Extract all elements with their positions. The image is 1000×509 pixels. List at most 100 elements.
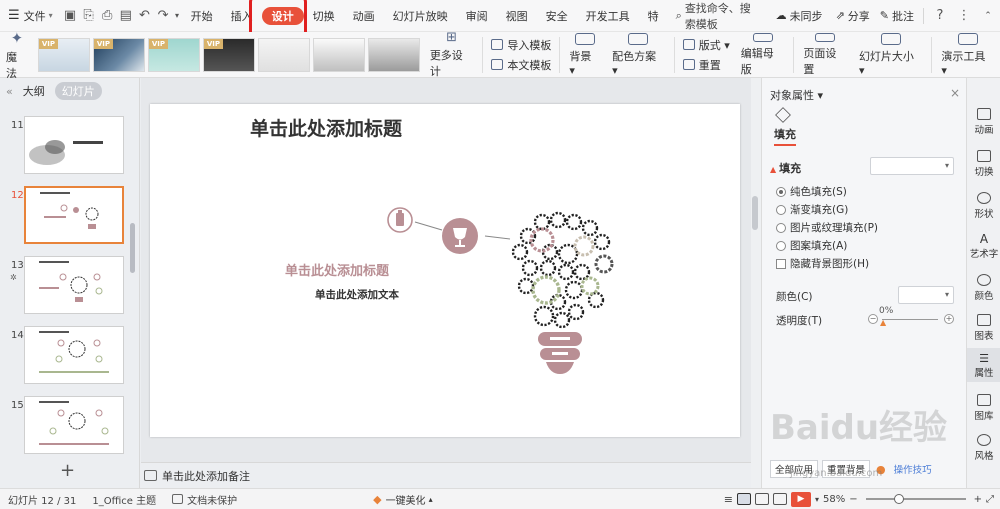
transparency-slider[interactable]	[882, 319, 938, 320]
color-dropdown[interactable]: ▾	[898, 286, 954, 304]
increase-button[interactable]: +	[944, 314, 954, 324]
tab-view[interactable]: 视图	[497, 0, 537, 32]
tab-home[interactable]: 开始	[182, 0, 222, 32]
template-thumb-3[interactable]: VIP	[147, 37, 200, 72]
preview-icon[interactable]: ▤	[117, 0, 136, 32]
sidebar-item-gallery[interactable]: 图库	[967, 394, 1000, 422]
notes-toggle-icon[interactable]: ≡	[724, 493, 733, 506]
file-menu-button[interactable]: ☰ 文件 ▾	[0, 0, 61, 32]
presentation-tools-button[interactable]: 演示工具 ▾	[935, 32, 1000, 77]
template-thumb-6[interactable]	[312, 37, 365, 72]
sidebar-item-shape[interactable]: 形状	[967, 192, 1000, 220]
hide-background-option[interactable]: 隐藏背景图形(H)	[776, 256, 869, 271]
redo-icon[interactable]: ↷	[154, 0, 173, 32]
slide-thumbnail-13[interactable]: 13 ✲	[8, 256, 126, 318]
slider-thumb[interactable]: ▲	[880, 318, 886, 327]
lightbulb-gear-graphic[interactable]	[150, 104, 740, 437]
comment-button[interactable]: ✎ 批注	[875, 0, 919, 32]
background-button[interactable]: 背景 ▾	[563, 32, 606, 77]
more-dropdown-icon[interactable]: ▾	[172, 0, 181, 32]
slide-thumbnail-12[interactable]: 12	[8, 186, 126, 248]
radio-button[interactable]	[776, 186, 786, 197]
radio-button[interactable]	[776, 240, 786, 251]
tab-slides[interactable]: 幻灯片	[54, 82, 102, 100]
solid-fill-option[interactable]: 纯色填充(S)	[776, 184, 847, 199]
color-scheme-button[interactable]: 配色方案 ▾	[606, 32, 671, 77]
collapse-panel-icon[interactable]: «	[6, 85, 13, 98]
reset-button[interactable]: 重置	[682, 57, 730, 73]
sidebar-item-animation[interactable]: 动画	[967, 108, 1000, 136]
apply-all-button[interactable]: 全部应用	[770, 460, 819, 478]
tab-outline[interactable]: 大纲	[23, 83, 45, 99]
tab-transition[interactable]: 切换	[304, 0, 344, 32]
layout-button[interactable]: 版式 ▾	[682, 37, 730, 53]
checkbox[interactable]	[776, 258, 786, 269]
sidebar-item-properties[interactable]: ☰ 属性	[967, 348, 1000, 382]
pattern-fill-option[interactable]: 图案填充(A)	[776, 238, 847, 253]
zoom-slider[interactable]	[865, 494, 966, 504]
tab-special[interactable]: 特	[639, 0, 668, 32]
sync-button[interactable]: ☁ 未同步	[768, 0, 831, 32]
save-icon[interactable]: ▣	[61, 0, 80, 32]
one-click-beautify-button[interactable]: ◆ 一键美化 ▴	[373, 492, 432, 507]
radio-button[interactable]	[776, 222, 786, 233]
reset-background-button[interactable]: 重置背景	[822, 460, 871, 478]
sidebar-item-style[interactable]: 风格	[967, 434, 1000, 462]
picture-fill-option[interactable]: 图片或纹理填充(P)	[776, 220, 878, 235]
fill-section-header[interactable]: ▲ 填充	[770, 160, 801, 176]
sidebar-item-transition[interactable]: 切换	[967, 150, 1000, 178]
slide-thumbnail-15[interactable]: 15	[8, 396, 126, 458]
print-icon[interactable]: ⎙	[98, 0, 117, 32]
edit-master-button[interactable]: 编辑母版	[735, 32, 791, 77]
template-thumb-2[interactable]: VIP	[92, 37, 145, 72]
slide-thumbnail-11[interactable]: 11	[8, 116, 126, 178]
tab-fill[interactable]: 填充	[774, 126, 796, 146]
zoom-out-button[interactable]: −	[849, 494, 857, 505]
tips-link[interactable]: 操作技巧	[894, 462, 932, 476]
import-template-button[interactable]: 导入模板	[491, 37, 551, 53]
slide-canvas[interactable]: 单击此处添加标题 单击此处添加标题 单击此处添加文本	[150, 104, 740, 437]
more-options-icon[interactable]: ⋮	[952, 0, 976, 32]
decrease-button[interactable]: −	[868, 314, 878, 324]
close-icon[interactable]: ×	[950, 86, 960, 100]
zoom-level[interactable]: 58%	[823, 494, 845, 505]
zoom-slider-thumb[interactable]	[893, 494, 904, 504]
template-thumb-4[interactable]: VIP	[202, 37, 255, 72]
template-thumb-5[interactable]	[257, 37, 310, 72]
tab-review[interactable]: 审阅	[457, 0, 497, 32]
tab-animation[interactable]: 动画	[344, 0, 384, 32]
sidebar-item-color[interactable]: 颜色	[967, 274, 1000, 302]
sidebar-item-chart[interactable]: 图表	[967, 314, 1000, 342]
panel-title[interactable]: 对象属性 ▾	[770, 87, 823, 103]
sidebar-item-wordart[interactable]: A 艺术字	[967, 232, 1000, 260]
reading-view-button[interactable]	[772, 493, 787, 505]
undo-icon[interactable]: ↶	[135, 0, 154, 32]
slide-size-button[interactable]: 幻灯片大小 ▾	[853, 32, 928, 77]
more-design-button[interactable]: ⊞ 更多设计	[424, 30, 480, 78]
slides-panel-scrollbar[interactable]	[130, 223, 135, 273]
tab-developer[interactable]: 开发工具	[577, 0, 639, 32]
slide-sorter-button[interactable]	[754, 493, 769, 505]
zoom-in-button[interactable]: +	[974, 494, 982, 505]
tab-slideshow[interactable]: 幻灯片放映	[384, 0, 457, 32]
share-button[interactable]: ⇗ 分享	[831, 0, 875, 32]
slide-thumbnail-14[interactable]: 14	[8, 326, 126, 388]
tab-security[interactable]: 安全	[537, 0, 577, 32]
command-search[interactable]: ⌕ 查找命令、搜索模板	[668, 2, 768, 31]
play-slideshow-button[interactable]: ▶	[790, 491, 811, 507]
chevron-down-icon[interactable]: ▾	[815, 495, 819, 504]
canvas-scrollbar-thumb[interactable]	[752, 196, 758, 230]
local-template-button[interactable]: 本文模板	[491, 57, 551, 73]
fit-window-icon[interactable]: ⤢	[986, 494, 994, 505]
page-setup-button[interactable]: 页面设置	[797, 32, 853, 77]
notes-bar[interactable]: 单击此处添加备注	[141, 462, 751, 488]
collapse-ribbon-icon[interactable]: ⌃	[976, 0, 1000, 32]
template-thumb-1[interactable]: VIP	[37, 37, 90, 72]
gradient-fill-option[interactable]: 渐变填充(G)	[776, 202, 848, 217]
fill-type-dropdown[interactable]: ▾	[870, 157, 954, 175]
document-protection[interactable]: 文档未保护	[164, 492, 245, 507]
template-thumb-7[interactable]	[367, 37, 420, 72]
normal-view-button[interactable]	[736, 493, 751, 505]
magic-button[interactable]: ✦ 魔法	[0, 29, 34, 80]
export-icon[interactable]: ⎘	[79, 0, 98, 32]
